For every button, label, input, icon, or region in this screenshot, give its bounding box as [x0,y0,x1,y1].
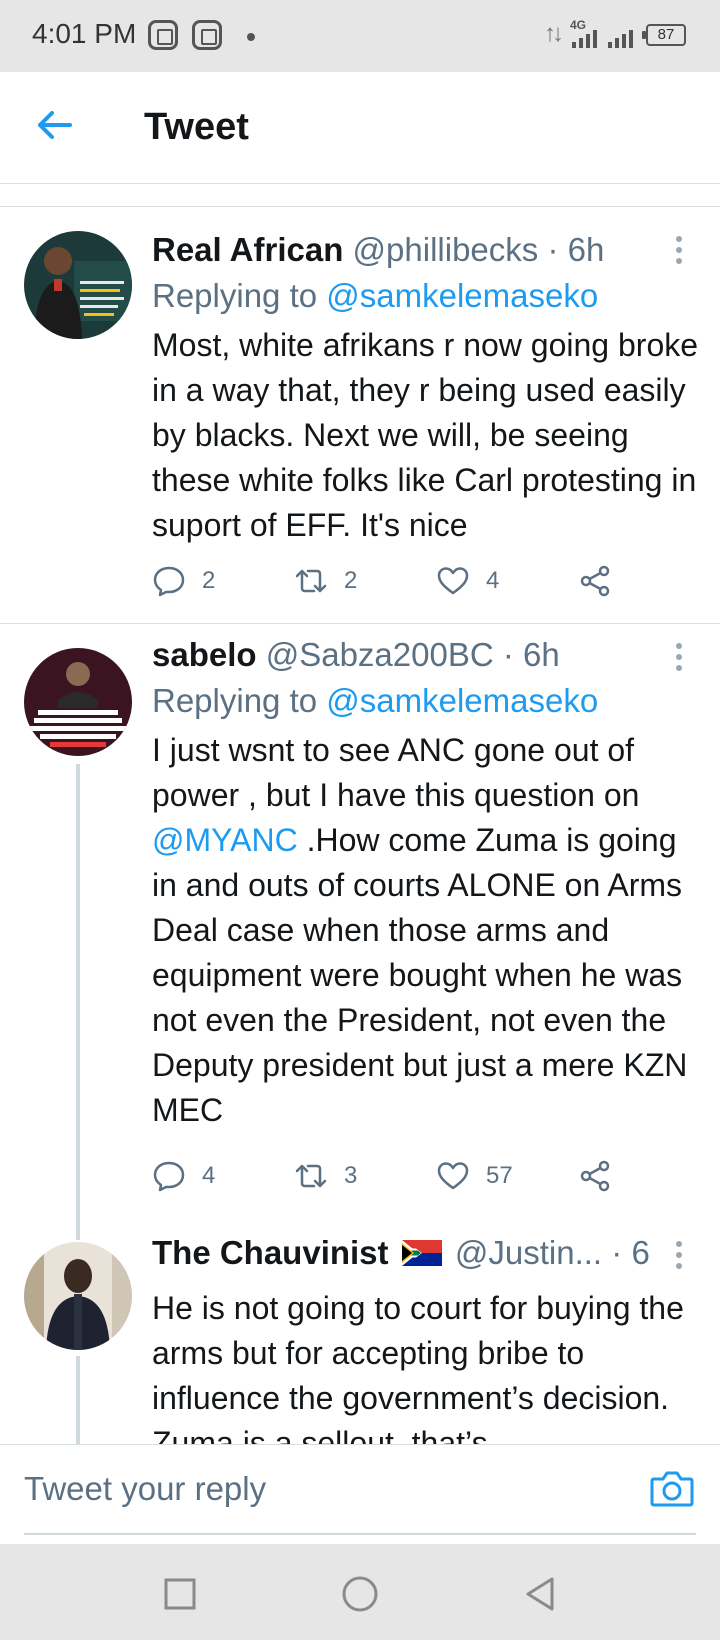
heart-icon [437,1162,469,1190]
avatar[interactable] [24,231,132,339]
tweet-text: I just wsnt to see ANC gone out of power… [152,728,700,1133]
separator: · [502,636,514,673]
retweet-button[interactable]: 2 [294,561,357,601]
tweet-header: The Chauvinist @Justin... · 6h [152,1234,650,1272]
tweet-actions: 2 2 4 [152,561,622,601]
tweet-time: 6h [523,636,560,673]
like-count: 4 [486,567,500,594]
retweet-icon [295,569,327,593]
tweet-time: 6h [631,1234,650,1271]
battery-icon: 87 [642,24,686,46]
display-name[interactable]: Real African [152,231,343,268]
user-handle[interactable]: @phillibecks [353,231,539,268]
share-icon [580,565,610,597]
thread-line [76,764,80,1220]
back-nav-button[interactable] [520,1574,560,1614]
mention-link[interactable]: @MYANC [152,822,298,858]
status-time: 4:01 PM [32,18,137,49]
separator: · [547,231,559,268]
avatar[interactable] [24,1242,132,1350]
reply-tweet[interactable]: sabelo @Sabza200BC · 6h Replying to @sam… [0,624,720,1220]
notification-app-icon [192,20,222,50]
tweet-header: sabelo @Sabza200BC · 6h [152,636,650,674]
like-button[interactable]: 4 [436,561,499,601]
retweet-count: 3 [344,1162,358,1189]
tweet-text: Most, white afrikans r now going broke i… [152,327,699,543]
notification-app-icon [148,20,178,50]
notification-dot-icon [247,33,255,41]
replying-to-label: Replying to [152,277,318,314]
reply-mention-link[interactable]: @samkelemaseko [326,277,598,314]
tweet-actions: 4 3 57 [152,1156,622,1196]
page-title: Tweet [144,106,249,148]
back-button[interactable] [30,100,80,150]
reply-composer [0,1444,720,1544]
like-count: 57 [486,1162,513,1189]
tweet-text-part: .How come Zuma is going in and outs of c… [152,822,688,1128]
heart-icon [437,567,469,595]
avatar[interactable] [24,648,132,756]
user-handle[interactable]: @Sabza200BC [266,636,494,673]
home-button[interactable] [340,1574,380,1614]
camera-icon [650,1471,694,1507]
reply-button[interactable]: 4 [152,1156,215,1196]
south-africa-flag-icon [401,1240,442,1266]
circle-icon [342,1576,378,1612]
like-button[interactable]: 57 [436,1156,513,1196]
user-handle[interactable]: @Justin... [455,1234,602,1271]
triangle-back-icon [526,1577,554,1611]
more-vertical-icon[interactable] [674,233,684,267]
tweet-time: 6h [567,231,605,268]
thread-line [76,1220,80,1240]
arrow-left-icon [38,111,72,139]
display-name[interactable]: The Chauvinist [152,1234,389,1271]
tweet-text-part: I just wsnt to see ANC gone out of power… [152,732,640,813]
tweet-text: He is not going to court for buying the … [152,1290,684,1444]
retweet-count: 2 [344,567,358,594]
display-name[interactable]: sabelo [152,636,257,673]
reply-mention-link[interactable]: @samkelemaseko [326,682,598,719]
top-app-bar: Tweet [0,72,720,184]
reply-tweet[interactable]: The Chauvinist @Justin... · 6h He is not… [0,1220,720,1444]
replying-to-label: Replying to [152,682,318,719]
retweet-icon [295,1164,327,1188]
share-button[interactable] [578,1156,612,1196]
reply-input-underline [24,1533,696,1535]
tweet-header: Real African @phillibecks · 6h [152,231,650,269]
reply-icon [153,1161,185,1192]
reply-count: 2 [202,567,216,594]
more-vertical-icon[interactable] [674,640,684,674]
reply-icon [153,566,185,597]
data-activity-icon: ↑↓ [544,20,564,47]
retweet-button[interactable]: 3 [294,1156,357,1196]
reply-input[interactable] [24,1459,624,1519]
status-bar: 4:01 PM ↑↓ 4G 87 [0,0,720,72]
reply-button[interactable]: 2 [152,561,215,601]
replying-to: Replying to @samkelemaseko [152,277,598,315]
replying-to: Replying to @samkelemaseko [152,682,598,720]
signal-icon [572,28,602,48]
reply-tweet[interactable]: Real African @phillibecks · 6h Replying … [0,207,720,623]
share-icon [580,1160,610,1192]
thread-line [76,1356,80,1444]
reply-count: 4 [202,1162,216,1189]
recent-apps-button[interactable] [160,1574,200,1614]
square-icon [164,1578,196,1610]
signal-icon [608,28,638,48]
system-navigation-bar [0,1544,720,1640]
share-button[interactable] [578,561,612,601]
camera-button[interactable] [648,1465,696,1513]
separator: · [611,1234,623,1271]
more-vertical-icon[interactable] [674,1238,684,1272]
